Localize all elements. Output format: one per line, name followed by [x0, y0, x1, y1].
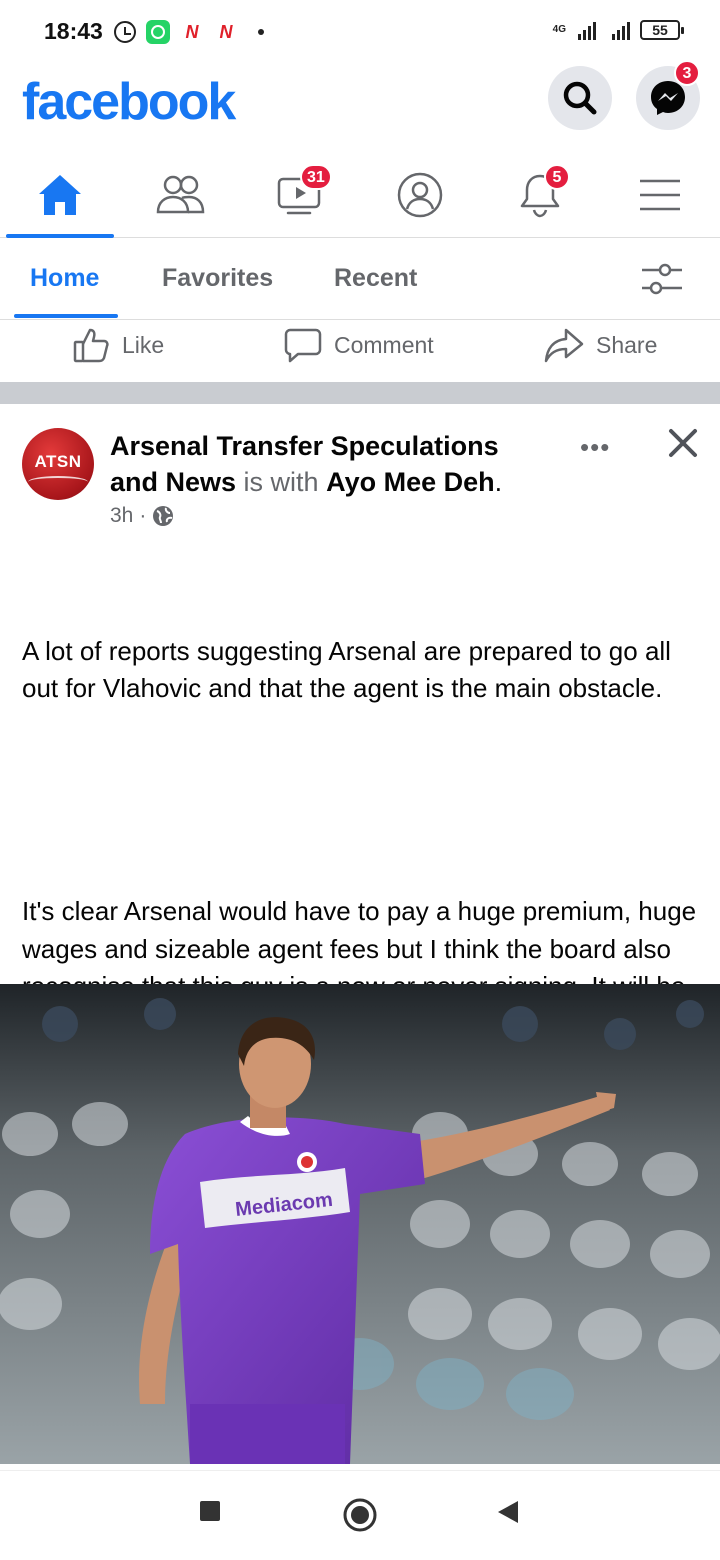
feed-tabs: Home Favorites Recent [0, 238, 720, 320]
share-icon [544, 328, 584, 363]
like-icon [73, 328, 109, 363]
watch-badge: 31 [300, 164, 332, 190]
active-tab-indicator [14, 314, 118, 318]
facebook-logo[interactable]: facebook [22, 72, 236, 132]
post-title: Arsenal Transfer Speculations and News i… [110, 428, 550, 500]
post-paragraph: A lot of reports suggesting Arsenal are … [22, 635, 679, 703]
system-navigation-bar [0, 1470, 720, 1560]
signal-icon [612, 20, 630, 40]
previous-post-actions: Like Comment Share [0, 320, 720, 382]
page-avatar[interactable]: ATSN [22, 428, 94, 500]
search-icon [563, 81, 597, 115]
notifications-badge: 5 [544, 164, 570, 190]
share-button[interactable]: Share [544, 326, 657, 364]
nav-friends[interactable] [120, 152, 240, 238]
status-system-icons: 4G 55 [552, 20, 684, 40]
status-bar: 18:43 N N 4G 55 [0, 0, 720, 64]
messenger-badge: 3 [674, 60, 700, 86]
alarm-icon [114, 21, 136, 43]
friends-icon [156, 175, 205, 214]
nav-menu[interactable] [600, 152, 720, 238]
profile-icon [397, 172, 443, 218]
tab-recent[interactable]: Recent [334, 264, 417, 293]
nav-profile[interactable] [360, 152, 480, 238]
like-button[interactable]: Like [72, 326, 164, 364]
tagged-user-link[interactable]: Ayo Mee Deh [326, 467, 495, 497]
feed-divider [0, 382, 720, 404]
globe-icon [153, 506, 174, 526]
search-button[interactable] [548, 66, 612, 130]
news-app-icon: N [185, 21, 199, 42]
post-photo[interactable]: Mediacom [0, 984, 720, 1464]
football-player-photo: Mediacom [0, 984, 720, 1464]
nav-home[interactable] [0, 152, 120, 238]
post-header: ATSN Arsenal Transfer Speculations and N… [0, 404, 720, 544]
post-time[interactable]: 3h [110, 504, 133, 528]
signal-icon [578, 20, 596, 40]
battery-icon: 55 [640, 20, 684, 40]
like-label: Like [122, 331, 165, 358]
home-system-button[interactable] [342, 1497, 378, 1533]
nav-notifications[interactable]: 5 [480, 152, 600, 238]
network-type: 4G [552, 24, 566, 35]
tab-favorites[interactable]: Favorites [162, 264, 273, 293]
whatsapp-icon [146, 20, 170, 44]
title-period: . [494, 467, 503, 497]
close-icon[interactable] [666, 426, 700, 460]
news-app-icon: N [219, 21, 233, 42]
comment-button[interactable]: Comment [284, 326, 434, 364]
with-text: is with [236, 467, 327, 497]
more-notifications-dot [258, 29, 264, 35]
home-icon [39, 175, 81, 215]
menu-icon [640, 179, 680, 211]
post-meta: 3h · [110, 504, 174, 528]
nav-watch[interactable]: 31 [240, 152, 360, 238]
messenger-button[interactable]: 3 [636, 60, 700, 130]
avatar-swoosh [28, 476, 88, 488]
comment-icon [284, 328, 322, 363]
back-button[interactable] [496, 1499, 520, 1525]
filter-settings-icon[interactable] [640, 262, 684, 296]
status-notification-icons: N N [114, 20, 264, 44]
main-nav: 31 5 [0, 152, 720, 238]
meta-separator: · [139, 504, 147, 527]
comment-label: Comment [334, 331, 434, 358]
app-header: facebook 3 [0, 60, 720, 150]
share-label: Share [596, 331, 658, 358]
avatar-logo-text: ATSN [34, 452, 82, 471]
recent-apps-button[interactable] [198, 1499, 222, 1523]
tab-home[interactable]: Home [30, 264, 99, 293]
post-more-button[interactable]: ••• [580, 432, 610, 463]
status-time: 18:43 [44, 18, 103, 44]
